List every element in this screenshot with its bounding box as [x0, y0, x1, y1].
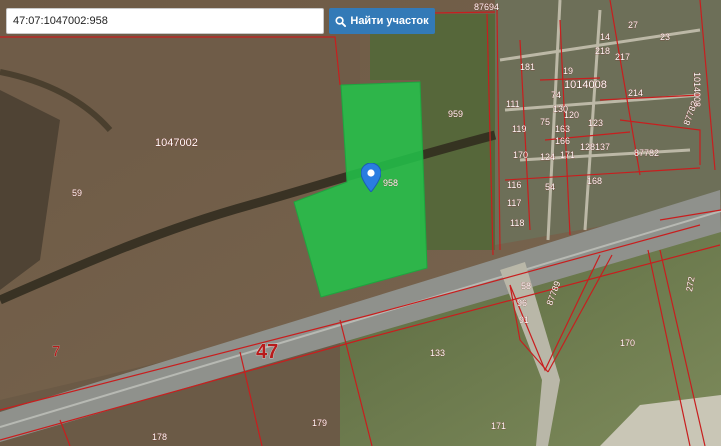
parcel-label-91: 91: [519, 315, 529, 325]
zone-label-7: 7: [52, 343, 60, 360]
parcel-label-133: 133: [430, 348, 445, 358]
parcel-label-117: 117: [507, 198, 521, 208]
parcel-label: 217: [615, 52, 630, 62]
parcel-label: 23: [660, 32, 670, 42]
parcel-label-118: 118: [510, 218, 524, 228]
parcel-label-958: 958: [383, 178, 398, 188]
parcel-label-58: 58: [521, 281, 531, 291]
parcel-label-59: 59: [72, 188, 82, 198]
parcel-label-170: 170: [620, 338, 635, 348]
parcel-label-54: 54: [545, 182, 555, 192]
parcel-label: 170: [513, 150, 528, 160]
parcel-label: 218: [595, 46, 610, 56]
parcel-label: 124: [540, 152, 555, 162]
parcel-label: 181: [520, 62, 535, 72]
parcel-label: 111: [506, 99, 520, 109]
cadastral-number-input[interactable]: [6, 8, 324, 34]
parcel-label-116: 116: [507, 180, 521, 190]
parcel-label-96: 96: [517, 298, 527, 308]
parcel-label: 14: [600, 32, 610, 42]
find-parcel-label: Найти участок: [350, 15, 429, 27]
block-label-1014008: 1014008: [564, 79, 607, 91]
parcel-label: 27: [628, 20, 638, 30]
map-pin-icon[interactable]: [361, 163, 381, 192]
find-parcel-button[interactable]: Найти участок: [329, 8, 435, 34]
parcel-label-87782: 87782: [634, 148, 659, 158]
parcel-label: 75: [540, 117, 550, 127]
parcel-label-87694: 87694: [474, 2, 499, 12]
parcel-label: 171: [560, 150, 575, 160]
search-icon: [335, 15, 347, 27]
parcel-label: 74: [551, 90, 561, 100]
parcel-label-178: 178: [152, 432, 167, 442]
parcel-label: 19: [563, 66, 573, 76]
parcel-label: 214: [628, 88, 643, 98]
parcel-label: 163: [555, 124, 570, 134]
parcel-label-959: 959: [448, 109, 463, 119]
block-label-1047002: 1047002: [155, 137, 198, 149]
parcel-label-179: 179: [312, 418, 327, 428]
parcel-search-bar: Найти участок: [6, 8, 435, 34]
parcel-label: 137: [595, 142, 610, 152]
parcel-label: 166: [555, 136, 570, 146]
parcel-label: 120: [564, 110, 579, 120]
road-label-47: 47: [256, 341, 278, 363]
parcel-label-171: 171: [491, 421, 506, 431]
parcel-label: 119: [512, 124, 526, 134]
parcel-label-168: 168: [587, 176, 602, 186]
satellite-map[interactable]: 958 1047002 959 59 47 7 133 170 179 178 …: [0, 0, 721, 446]
parcel-label: 123: [588, 118, 603, 128]
parcel-label: 128: [580, 142, 595, 152]
